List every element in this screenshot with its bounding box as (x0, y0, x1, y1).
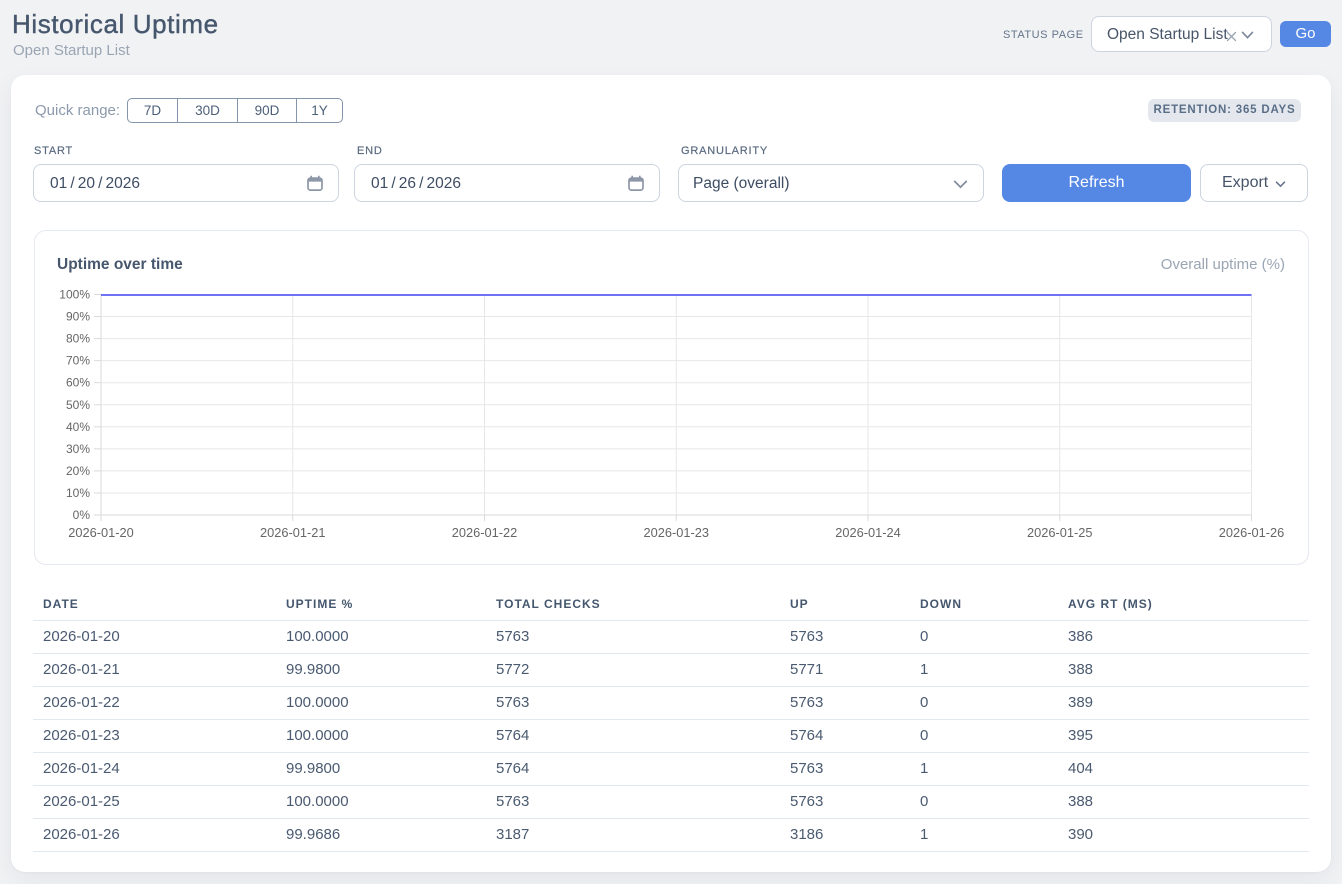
svg-text:100%: 100% (59, 288, 90, 302)
svg-text:2026-01-21: 2026-01-21 (260, 525, 325, 540)
svg-text:10%: 10% (66, 486, 90, 500)
svg-text:2026-01-20: 2026-01-20 (68, 525, 133, 540)
svg-text:20%: 20% (66, 464, 90, 478)
svg-text:2026-01-23: 2026-01-23 (644, 525, 709, 540)
svg-text:2026-01-22: 2026-01-22 (452, 525, 517, 540)
svg-text:80%: 80% (66, 332, 90, 346)
svg-text:2026-01-25: 2026-01-25 (1027, 525, 1092, 540)
svg-text:0%: 0% (73, 508, 91, 522)
svg-text:30%: 30% (66, 442, 90, 456)
svg-text:2026-01-26: 2026-01-26 (1219, 525, 1284, 540)
svg-text:2026-01-24: 2026-01-24 (835, 525, 900, 540)
svg-text:90%: 90% (66, 310, 90, 324)
svg-text:40%: 40% (66, 420, 90, 434)
svg-text:50%: 50% (66, 398, 90, 412)
svg-text:60%: 60% (66, 376, 90, 390)
svg-text:70%: 70% (66, 354, 90, 368)
